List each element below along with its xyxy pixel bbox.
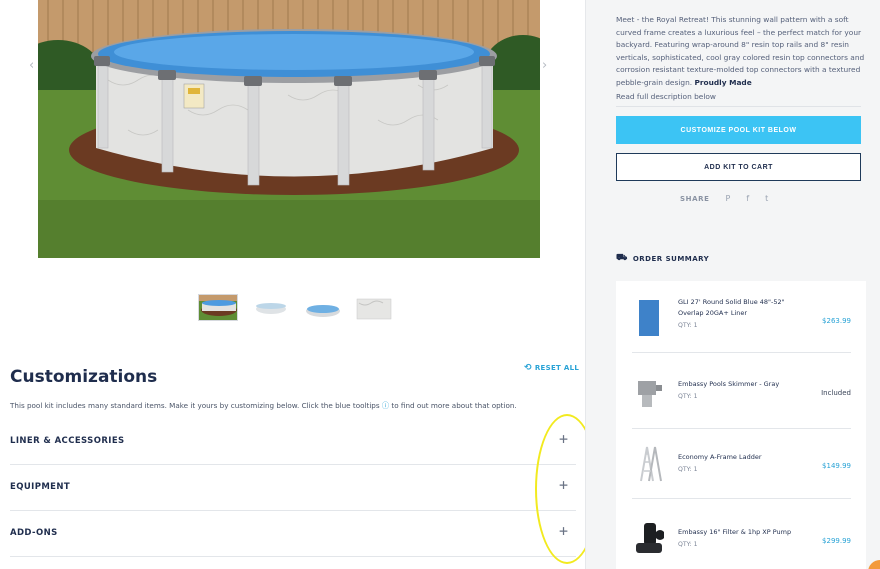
info-tooltip-icon[interactable]: ⓘ (382, 401, 389, 411)
accordion-equipment[interactable]: EQUIPMENT + (10, 465, 576, 511)
order-item-qty: QTY: 1 (678, 322, 698, 329)
customize-pool-kit-button[interactable]: CUSTOMIZE POOL KIT BELOW (616, 116, 861, 144)
pinterest-icon[interactable]: P (726, 194, 731, 203)
thumbnail-2[interactable] (250, 294, 290, 321)
share-label: SHARE (680, 194, 710, 203)
order-item: Economy A-Frame Ladder QTY: 1 $149.99 (632, 427, 851, 499)
order-item-qty: QTY: 1 (678, 541, 698, 548)
product-description-bold: Proudly Made (694, 77, 752, 87)
accordion-add-ons[interactable]: ADD-ONS + (10, 511, 576, 557)
plus-icon[interactable]: + (559, 522, 568, 540)
chevron-left-icon: ‹ (29, 58, 35, 73)
product-info-column: Meet - the Royal Retreat! This stunning … (585, 0, 880, 569)
thumbnail-3[interactable] (302, 294, 342, 321)
accordion-liner-accessories[interactable]: LINER & ACCESSORIES + (10, 419, 576, 465)
twitter-icon[interactable]: t (765, 194, 768, 203)
carousel-next-button[interactable]: › (542, 58, 547, 73)
add-kit-to-cart-button[interactable]: ADD KIT TO CART (616, 153, 861, 181)
accordion-label: LINER & ACCESSORIES (10, 436, 125, 446)
order-item: Embassy Pools Skimmer - Gray QTY: 1 Incl… (632, 357, 851, 429)
order-item-qty: QTY: 1 (678, 393, 698, 400)
order-item-name: Embassy 16" Filter & 1hp XP Pump (678, 528, 792, 536)
plus-icon[interactable]: + (559, 430, 568, 448)
order-item-price: $299.99 (822, 537, 851, 545)
hero-image-pool[interactable] (38, 0, 540, 258)
product-description: Meet - the Royal Retreat! This stunning … (616, 14, 866, 90)
filter-pump-image (634, 520, 664, 558)
facebook-icon[interactable]: f (746, 194, 749, 203)
order-item-details: Embassy 16" Filter & 1hp XP Pump QTY: 1 (678, 527, 803, 550)
customizations-description: This pool kit includes many standard ite… (10, 401, 517, 411)
order-summary-list: GLI 27' Round Solid Blue 48"-52" Overlap… (616, 281, 866, 569)
liner-swatch-image (634, 299, 664, 337)
order-item-price: $263.99 (822, 317, 851, 325)
thumbnail-4[interactable] (354, 294, 394, 321)
order-item: Embassy 16" Filter & 1hp XP Pump QTY: 1 … (632, 502, 851, 569)
thumbnail-1[interactable] (198, 294, 238, 321)
carousel-prev-button[interactable]: ‹ (29, 58, 34, 73)
customizations-description-start: This pool kit includes many standard ite… (10, 401, 380, 410)
order-item-details: Economy A-Frame Ladder QTY: 1 (678, 452, 803, 475)
skimmer-image (634, 375, 664, 413)
order-item-name: GLI 27' Round Solid Blue 48"-52" Overlap… (678, 298, 785, 317)
divider (616, 106, 861, 107)
reset-all-label: RESET ALL (534, 364, 580, 372)
plus-icon[interactable]: + (559, 476, 568, 494)
reset-icon: ⟲ (524, 363, 532, 373)
thumbnail-strip (198, 294, 394, 321)
order-summary-title: ORDER SUMMARY (632, 254, 710, 263)
customizations-description-end: to find out more about that option. (391, 401, 517, 410)
order-item-qty: QTY: 1 (678, 466, 698, 473)
order-item-name: Economy A-Frame Ladder (678, 453, 762, 461)
order-item-price: $149.99 (822, 462, 851, 470)
order-item-details: Embassy Pools Skimmer - Gray QTY: 1 (678, 379, 803, 402)
order-summary-heading: ⛟ ORDER SUMMARY (616, 253, 709, 264)
accordion-label: EQUIPMENT (10, 482, 71, 492)
order-item-price: Included (821, 389, 851, 397)
truck-icon: ⛟ (616, 253, 628, 263)
product-gallery-column: ‹ › ⟲ RESET ALL Customizations This pool… (0, 0, 599, 569)
customizations-title: Customizations (10, 367, 158, 387)
order-item-details: GLI 27' Round Solid Blue 48"-52" Overlap… (678, 297, 803, 331)
order-item: GLI 27' Round Solid Blue 48"-52" Overlap… (632, 281, 851, 353)
order-item-name: Embassy Pools Skimmer - Gray (678, 380, 780, 388)
product-description-text: Meet - the Royal Retreat! This stunning … (616, 15, 865, 87)
ladder-image (634, 445, 664, 483)
chevron-right-icon: › (542, 58, 548, 73)
reset-all-button[interactable]: ⟲ RESET ALL (524, 363, 579, 373)
share-row: SHARE P f t (680, 194, 768, 203)
accordion-label: ADD-ONS (10, 528, 58, 538)
read-full-description-link[interactable]: Read full description below (616, 92, 716, 101)
